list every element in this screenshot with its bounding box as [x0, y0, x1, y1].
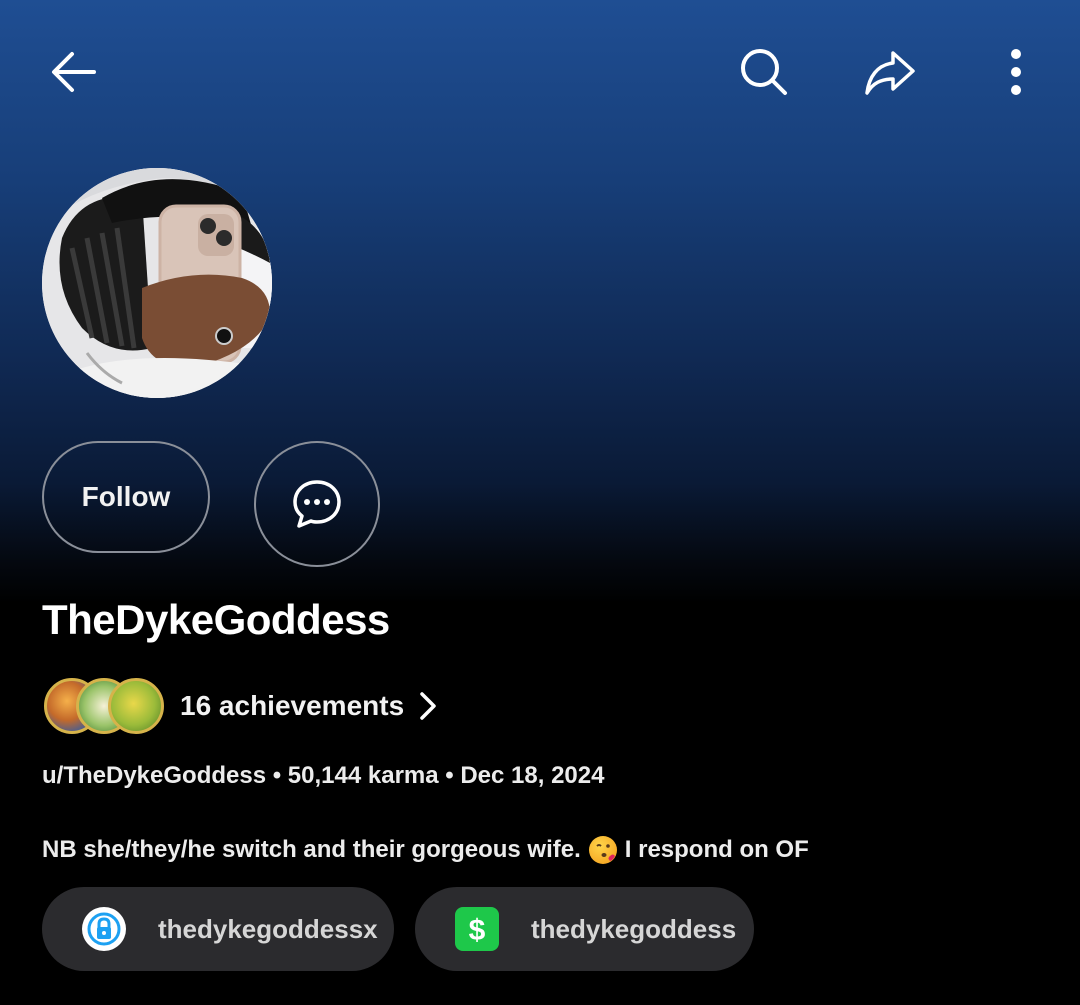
arrow-left-icon [52, 52, 96, 92]
back-button[interactable] [38, 36, 110, 108]
face-blowing-kiss-emoji [588, 836, 617, 864]
chat-bubble-icon [293, 480, 341, 528]
social-link-onlyfans[interactable]: thedykegoddessx [42, 887, 394, 971]
achievement-badge-icon [108, 678, 164, 734]
social-link-label: thedykegoddess [531, 913, 737, 944]
achievement-badges [44, 674, 168, 738]
bio-text-end: I respond on OF [624, 836, 809, 863]
cash-app-icon: $ [455, 907, 499, 951]
chat-button[interactable] [254, 441, 380, 567]
svg-text:$: $ [469, 914, 486, 947]
profile-page: Follow TheDykeGoddess 16 achievements u/… [0, 0, 1080, 1005]
achievements-label: 16 achievements [180, 690, 405, 721]
share-button[interactable] [854, 36, 926, 108]
bio-text-start: NB she/they/he switch and their gorgeous… [42, 836, 581, 863]
search-icon [741, 49, 787, 95]
search-button[interactable] [728, 36, 800, 108]
achievements-row[interactable]: 16 achievements [44, 672, 438, 740]
more-options-button[interactable] [980, 36, 1052, 108]
social-link-cashapp[interactable]: $ thedykegoddess [415, 887, 754, 971]
avatar[interactable] [42, 168, 272, 398]
chevron-right-icon [418, 690, 438, 722]
profile-meta: u/TheDykeGoddess • 50,144 karma • Dec 18… [42, 762, 605, 789]
lock-icon [82, 907, 126, 951]
follow-label: Follow [81, 481, 171, 512]
social-link-label: thedykegoddessx [158, 913, 378, 944]
avatar-photo [42, 168, 272, 398]
share-icon [865, 51, 915, 95]
display-name: TheDykeGoddess [42, 596, 390, 643]
follow-button[interactable]: Follow [42, 441, 210, 553]
more-vertical-icon [1011, 49, 1021, 95]
profile-bio: NB she/they/he switch and their gorgeous… [42, 836, 809, 864]
